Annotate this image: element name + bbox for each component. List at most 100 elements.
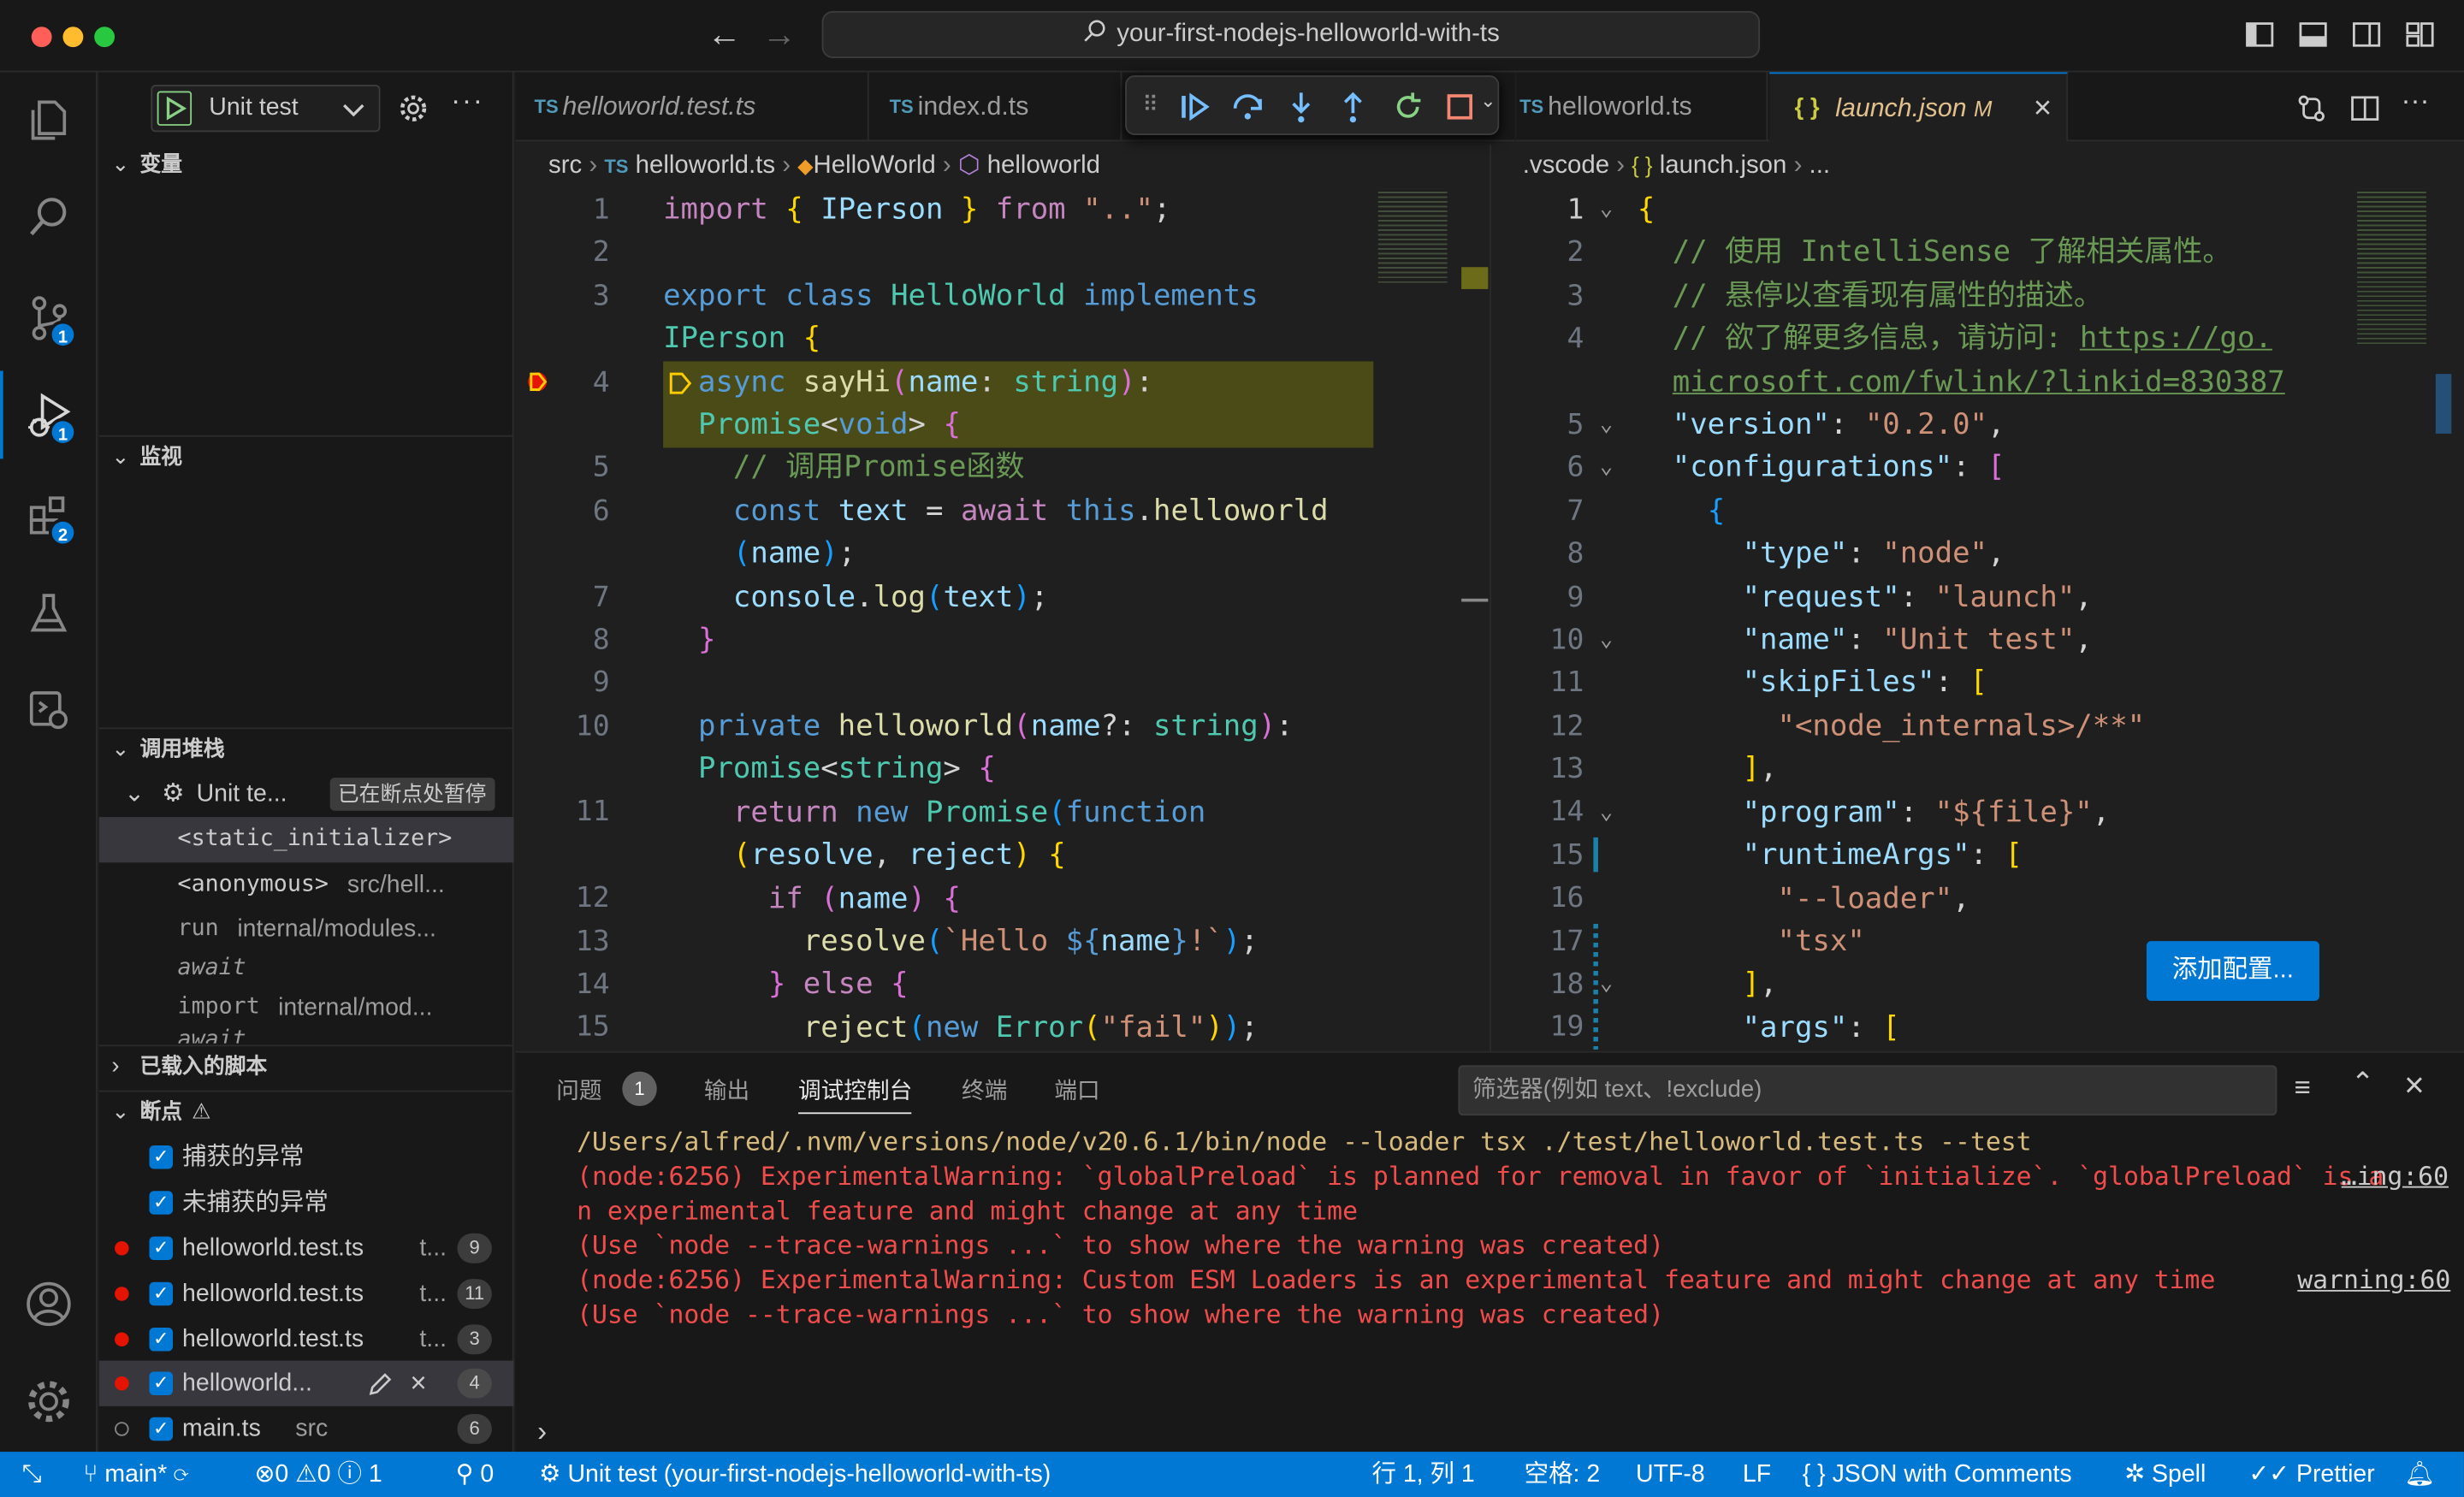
extensions-button[interactable]: 2	[0, 471, 98, 559]
breakpoint-uncaught-exceptions[interactable]: ✓ 未捕获的异常	[99, 1180, 514, 1225]
split-editor-icon[interactable]	[2348, 92, 2382, 126]
source-control-button[interactable]: 1	[0, 274, 98, 362]
scrollbar-thumb[interactable]	[2435, 374, 2452, 434]
testing-button[interactable]	[0, 569, 98, 657]
minimap-left[interactable]	[1377, 188, 1448, 283]
source-link[interactable]: warning:60	[2297, 1265, 2450, 1295]
prettier-status[interactable]: ✓✓ Prettier	[2248, 1452, 2374, 1497]
breakpoint-item[interactable]: ✓ helloworld.test.ts t... 11	[99, 1271, 514, 1317]
variables-section-header[interactable]: ⌄ 变量	[99, 145, 514, 186]
checkbox[interactable]: ✓	[149, 1145, 174, 1169]
remove-breakpoint-icon[interactable]: ×	[410, 1361, 426, 1406]
tab-debug-console[interactable]: 调试控制台	[798, 1073, 912, 1106]
breakpoint-item[interactable]: ✓ helloworld... × 4	[98, 1360, 514, 1406]
checkbox[interactable]: ✓	[149, 1371, 174, 1395]
loaded-scripts-section-header[interactable]: › 已载入的脚本	[99, 1046, 514, 1087]
toggle-sidebar-icon[interactable]	[2244, 19, 2276, 50]
console-prompt-icon[interactable]: ›	[537, 1416, 547, 1449]
line-number: 13	[575, 925, 610, 958]
gear-icon[interactable]	[398, 92, 429, 124]
forward-arrow-icon[interactable]: →	[762, 15, 797, 56]
add-configuration-button[interactable]: 添加配置...	[2146, 941, 2319, 1001]
step-over-icon[interactable]	[1230, 90, 1265, 124]
source-link[interactable]: …ing:60	[2342, 1161, 2449, 1191]
drag-handle-icon[interactable]: ⠿	[1142, 92, 1158, 118]
close-tab-icon[interactable]: ×	[2034, 74, 2052, 143]
accounts-button[interactable]	[0, 1260, 98, 1348]
spell-status[interactable]: ✲ Spell	[2124, 1452, 2206, 1497]
breakpoint-caught-exceptions[interactable]: ✓ 捕获的异常	[99, 1134, 514, 1180]
problems-status[interactable]: ⊗0 ⚠0 ⓘ 1	[255, 1452, 382, 1497]
step-out-icon[interactable]	[1336, 90, 1370, 124]
maximize-panel-icon[interactable]: ⌃	[2351, 1067, 2375, 1100]
clear-console-icon[interactable]: ≡	[2295, 1072, 2311, 1105]
toggle-panel-icon[interactable]	[2297, 19, 2329, 50]
code-editor-right[interactable]: { // 使用 IntelliSense 了解相关属性。 // 悬停以查看现有属…	[1638, 188, 2285, 1050]
explorer-button[interactable]	[0, 75, 98, 163]
stack-frame[interactable]: await	[99, 1021, 514, 1043]
filter-input[interactable]: 筛选器(例如 text、!exclude)	[1458, 1065, 2277, 1116]
continue-icon[interactable]	[1177, 90, 1211, 124]
tab-terminal[interactable]: 终端	[962, 1073, 1007, 1106]
notifications-bell-icon[interactable]: 🔔︎	[2404, 1452, 2435, 1497]
chevron-down-icon[interactable]: ⌄	[1480, 90, 1496, 112]
minimize-window-button[interactable]	[62, 27, 84, 48]
search-view-button[interactable]	[0, 173, 98, 261]
minimap-right[interactable]	[2357, 188, 2426, 346]
indentation[interactable]: 空格: 2	[1525, 1452, 1601, 1497]
breakpoint-item[interactable]: ✓ main.ts src 6	[99, 1406, 514, 1452]
more-actions-icon[interactable]: ···	[2401, 85, 2429, 118]
breakpoint-item[interactable]: ✓ helloworld.test.ts t... 3	[99, 1317, 514, 1362]
checkbox[interactable]: ✓	[149, 1191, 174, 1215]
debug-config-select[interactable]: Unit test	[151, 85, 381, 133]
start-debugging-icon[interactable]	[157, 91, 192, 126]
end-of-line[interactable]: LF	[1743, 1452, 1771, 1497]
callstack-section-header[interactable]: ⌄ 调用堆栈	[99, 729, 514, 770]
tab-problems[interactable]: 问题	[556, 1073, 601, 1106]
cursor-position[interactable]: 行 1, 列 1	[1371, 1452, 1474, 1497]
callstack-session[interactable]: ⌄ ⚙ Unit te... 已在断点处暂停	[99, 772, 514, 817]
compare-changes-icon[interactable]	[2295, 92, 2329, 126]
language-mode[interactable]: { } JSON with Comments	[1803, 1452, 2072, 1497]
tab-helloworld-test[interactable]: TS helloworld.test.ts	[515, 72, 869, 142]
remote-icon[interactable]: ⤡	[22, 1452, 42, 1497]
debug-session-status[interactable]: ⚙ Unit test (your-first-nodejs-helloworl…	[539, 1452, 1051, 1497]
checkbox[interactable]: ✓	[149, 1236, 174, 1261]
edit-pencil-icon[interactable]	[366, 1370, 394, 1399]
manage-button[interactable]	[0, 1358, 98, 1446]
command-center-search[interactable]: your-first-nodejs-helloworld-with-ts	[821, 10, 1761, 58]
tab-output[interactable]: 输出	[704, 1073, 749, 1106]
checkbox[interactable]: ✓	[149, 1417, 174, 1441]
close-panel-icon[interactable]: ×	[2404, 1065, 2425, 1106]
code-editor-left[interactable]: import { IPerson } from ".."; export cla…	[663, 188, 1329, 1050]
encoding[interactable]: UTF-8	[1636, 1452, 1705, 1497]
watch-section-header[interactable]: ⌄ 监视	[99, 437, 514, 478]
tab-helloworld-ts[interactable]: TS helloworld.ts	[1501, 72, 1768, 142]
tab-ports[interactable]: 端口	[1054, 1073, 1099, 1106]
ports-status[interactable]: ⚲ 0	[456, 1452, 495, 1497]
checkbox[interactable]: ✓	[149, 1328, 174, 1352]
stop-icon[interactable]	[1444, 92, 1476, 123]
tab-index-d-ts[interactable]: TS index.d.ts	[871, 72, 1122, 142]
breakpoint-paused-icon[interactable]	[524, 368, 552, 396]
tab-launch-json[interactable]: { } launch.json M ×	[1769, 72, 2069, 143]
step-into-icon[interactable]	[1284, 90, 1318, 124]
remote-explorer-button[interactable]	[0, 666, 98, 754]
maximize-window-button[interactable]	[94, 27, 116, 48]
close-window-button[interactable]	[31, 27, 52, 48]
breakpoint-item[interactable]: ✓ helloworld.test.ts t... 9	[99, 1226, 514, 1271]
ts-file-icon: TS	[604, 155, 629, 178]
breakpoints-section-header[interactable]: ⌄ 断点 ⚠	[99, 1092, 514, 1133]
run-debug-button[interactable]: 1	[0, 370, 98, 459]
restart-icon[interactable]	[1390, 90, 1424, 124]
branch-status[interactable]: ⑂ main* ⟳	[83, 1452, 188, 1497]
stack-frame[interactable]: <static_initializer>	[98, 817, 514, 863]
toggle-secondary-sidebar-icon[interactable]	[2351, 19, 2383, 50]
line-number: 13	[1549, 752, 1584, 786]
back-arrow-icon[interactable]: ←	[708, 15, 742, 56]
more-actions-icon[interactable]: ···	[451, 85, 484, 118]
stack-frame[interactable]: <anonymous> src/hell...	[99, 862, 514, 908]
fold-gutter[interactable]: ⌄ ⌄ ⌄ ⌄ ⌄ ⌄	[1600, 188, 1613, 1006]
customize-layout-icon[interactable]	[2404, 19, 2436, 50]
checkbox[interactable]: ✓	[149, 1281, 174, 1306]
